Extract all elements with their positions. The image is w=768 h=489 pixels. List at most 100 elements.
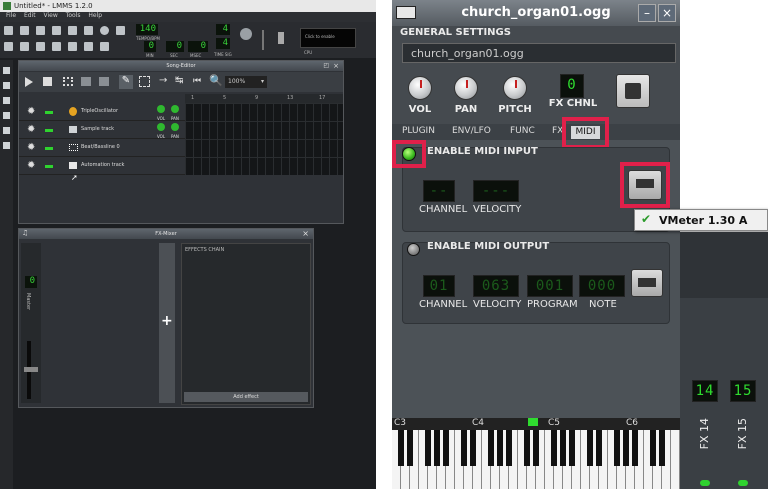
rewind-icon[interactable]: ⏮ bbox=[193, 76, 201, 86]
midi-input-device-button[interactable] bbox=[628, 170, 662, 200]
gear-icon[interactable]: ✹ bbox=[27, 103, 35, 120]
time-sig-numerator[interactable]: 4 bbox=[216, 24, 230, 35]
close-icon[interactable]: × bbox=[333, 62, 339, 70]
output-channel-display[interactable]: 01 bbox=[423, 275, 455, 297]
master-pitch-slider[interactable] bbox=[262, 30, 264, 50]
black-key[interactable] bbox=[623, 430, 629, 466]
instrument-plugins-icon[interactable] bbox=[3, 67, 10, 74]
arrow-right-icon[interactable]: → bbox=[159, 75, 167, 86]
time-sig-denominator[interactable]: 4 bbox=[216, 38, 230, 49]
black-key[interactable] bbox=[470, 430, 476, 466]
black-key[interactable] bbox=[398, 430, 404, 466]
info-icon[interactable] bbox=[100, 26, 109, 35]
enable-midi-input-led[interactable] bbox=[402, 147, 416, 161]
black-key[interactable] bbox=[614, 430, 620, 466]
black-key[interactable] bbox=[659, 430, 665, 466]
new-file-icon[interactable] bbox=[4, 26, 13, 35]
pan-knob[interactable] bbox=[454, 76, 478, 100]
save-preset-button[interactable] bbox=[616, 74, 650, 108]
add-effect-button[interactable]: Add effect bbox=[184, 392, 308, 402]
black-key[interactable] bbox=[632, 430, 638, 466]
menu-file[interactable]: File bbox=[6, 12, 16, 19]
base-note-marker[interactable] bbox=[528, 418, 538, 426]
mixer-icon[interactable] bbox=[68, 42, 77, 51]
black-key[interactable] bbox=[587, 430, 593, 466]
master-channel[interactable]: 0 Master bbox=[21, 243, 41, 403]
gear-icon[interactable]: ✹ bbox=[27, 157, 35, 174]
instrument-name-field[interactable]: church_organ01.ogg bbox=[402, 43, 676, 63]
controller-icon[interactable] bbox=[84, 42, 93, 51]
track-name[interactable]: Sample track bbox=[81, 121, 114, 138]
white-key[interactable] bbox=[671, 430, 680, 489]
open-folder-icon[interactable] bbox=[36, 26, 45, 35]
black-key[interactable] bbox=[551, 430, 557, 466]
black-key[interactable] bbox=[596, 430, 602, 466]
black-key[interactable] bbox=[425, 430, 431, 466]
track-name[interactable]: TripleOscillator bbox=[81, 103, 118, 120]
beat-editor-icon[interactable] bbox=[20, 42, 29, 51]
black-key[interactable] bbox=[407, 430, 413, 466]
mute-led-icon[interactable] bbox=[45, 147, 53, 150]
metronome-icon[interactable] bbox=[116, 26, 125, 35]
fx-channel-display[interactable]: 0 bbox=[560, 74, 584, 98]
song-grid[interactable] bbox=[185, 103, 343, 175]
add-sample-track-icon[interactable] bbox=[81, 77, 91, 86]
timeline-ruler[interactable]: 1 5 9 13 17 bbox=[185, 94, 343, 103]
fx14-led[interactable] bbox=[700, 480, 710, 486]
input-channel-display[interactable]: -- bbox=[423, 180, 455, 202]
piano-keyboard[interactable]: C3 C4 C5 C6 bbox=[392, 418, 680, 489]
template-icon[interactable] bbox=[20, 26, 29, 35]
menu-help[interactable]: Help bbox=[88, 12, 102, 19]
track-row[interactable]: ✹ TripleOscillator VOL PAN bbox=[19, 103, 185, 121]
add-automation-track-icon[interactable] bbox=[99, 77, 109, 86]
track-row[interactable]: ✹ Beat/Bassline 0 bbox=[19, 139, 185, 157]
track-name[interactable]: Beat/Bassline 0 bbox=[81, 139, 120, 156]
master-pitch-handle[interactable] bbox=[278, 32, 284, 44]
piano-roll-icon[interactable] bbox=[36, 42, 45, 51]
pitch-knob[interactable] bbox=[503, 76, 527, 100]
tempo-display[interactable]: 140 bbox=[136, 24, 158, 35]
black-key[interactable] bbox=[443, 430, 449, 466]
black-key[interactable] bbox=[461, 430, 467, 466]
output-velocity-display[interactable]: 063 bbox=[473, 275, 519, 297]
black-key[interactable] bbox=[488, 430, 494, 466]
automation-editor-icon[interactable] bbox=[52, 42, 61, 51]
tab-env-lfo[interactable]: ENV/LFO bbox=[452, 126, 491, 136]
export-icon[interactable] bbox=[84, 26, 93, 35]
close-icon[interactable]: × bbox=[302, 229, 309, 238]
input-velocity-display[interactable]: --- bbox=[473, 180, 519, 202]
add-channel-button[interactable]: + bbox=[159, 243, 175, 403]
black-key[interactable] bbox=[434, 430, 440, 466]
master-fader[interactable] bbox=[24, 367, 38, 372]
edit-mode-icon[interactable] bbox=[139, 76, 150, 87]
maximize-icon[interactable]: ◰ bbox=[323, 62, 329, 69]
my-projects-icon[interactable] bbox=[3, 82, 10, 89]
split-icon[interactable]: ↹ bbox=[175, 75, 183, 86]
output-note-display[interactable]: 000 bbox=[579, 275, 625, 297]
fx15-led[interactable] bbox=[738, 480, 748, 486]
tab-plugin[interactable]: PLUGIN bbox=[402, 126, 435, 136]
track-row[interactable]: ✹ Automation track ➚ bbox=[19, 157, 185, 182]
black-key[interactable] bbox=[560, 430, 566, 466]
tab-midi[interactable]: MIDI bbox=[571, 126, 600, 139]
zoom-select[interactable]: 100% ▾ bbox=[225, 76, 267, 88]
my-samples-icon[interactable] bbox=[3, 97, 10, 104]
track-row[interactable]: ✹ Sample track VOL PAN bbox=[19, 121, 185, 139]
menu-tools[interactable]: Tools bbox=[66, 12, 81, 19]
play-icon[interactable] bbox=[25, 77, 33, 87]
project-notes-icon[interactable] bbox=[100, 42, 109, 51]
master-volume-knob[interactable] bbox=[240, 28, 252, 40]
minimize-icon[interactable]: – bbox=[638, 4, 656, 22]
gear-icon[interactable]: ✹ bbox=[27, 139, 35, 156]
menu-edit[interactable]: Edit bbox=[24, 12, 36, 19]
black-key[interactable] bbox=[533, 430, 539, 466]
close-icon[interactable]: × bbox=[658, 4, 676, 22]
mute-led-icon[interactable] bbox=[45, 129, 53, 132]
black-key[interactable] bbox=[506, 430, 512, 466]
mute-led-icon[interactable] bbox=[45, 111, 53, 114]
black-key[interactable] bbox=[650, 430, 656, 466]
cpu-meter[interactable]: Click to enable bbox=[300, 28, 356, 48]
midi-device-item[interactable]: VMeter 1.30 A bbox=[659, 214, 747, 227]
black-key[interactable] bbox=[569, 430, 575, 466]
save-icon[interactable] bbox=[68, 26, 77, 35]
